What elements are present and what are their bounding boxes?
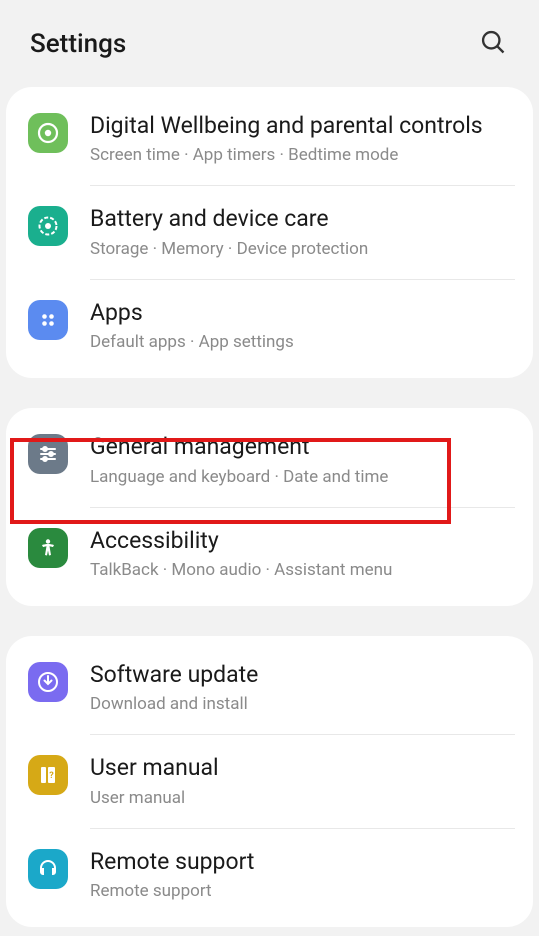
settings-item-software-update[interactable]: Software update Download and install — [6, 642, 533, 734]
settings-item-title: User manual — [90, 753, 513, 782]
support-icon — [28, 849, 68, 889]
settings-item-battery-care[interactable]: Battery and device care Storage · Memory… — [6, 186, 533, 278]
settings-item-body: Accessibility TalkBack · Mono audio · As… — [90, 526, 513, 582]
settings-item-body: Digital Wellbeing and parental controls … — [90, 111, 513, 167]
apps-icon — [28, 300, 68, 340]
settings-item-accessibility[interactable]: Accessibility TalkBack · Mono audio · As… — [6, 508, 533, 600]
battery-care-icon — [28, 206, 68, 246]
settings-item-apps[interactable]: Apps Default apps · App settings — [6, 280, 533, 372]
sliders-icon — [28, 434, 68, 474]
svg-text:?: ? — [49, 771, 54, 781]
settings-item-title: Remote support — [90, 847, 513, 876]
settings-item-title: Apps — [90, 298, 513, 327]
settings-item-body: Battery and device care Storage · Memory… — [90, 204, 513, 260]
settings-item-title: Accessibility — [90, 526, 513, 555]
page-title: Settings — [30, 29, 126, 59]
manual-icon: ? — [28, 755, 68, 795]
settings-item-digital-wellbeing[interactable]: Digital Wellbeing and parental controls … — [6, 93, 533, 185]
wellbeing-icon — [28, 113, 68, 153]
settings-item-user-manual[interactable]: ? User manual User manual — [6, 735, 533, 827]
settings-item-remote-support[interactable]: Remote support Remote support — [6, 829, 533, 921]
settings-item-general-management[interactable]: General management Language and keyboard… — [6, 414, 533, 506]
settings-item-body: Software update Download and install — [90, 660, 513, 716]
settings-item-title: Software update — [90, 660, 513, 689]
settings-item-subtitle: TalkBack · Mono audio · Assistant menu — [90, 559, 513, 582]
accessibility-icon — [28, 528, 68, 568]
settings-item-subtitle: Default apps · App settings — [90, 331, 513, 354]
settings-item-title: Digital Wellbeing and parental controls — [90, 111, 513, 140]
settings-item-body: General management Language and keyboard… — [90, 432, 513, 488]
settings-item-subtitle: Storage · Memory · Device protection — [90, 238, 513, 261]
update-icon — [28, 662, 68, 702]
settings-group: Digital Wellbeing and parental controls … — [6, 87, 533, 378]
settings-item-subtitle: User manual — [90, 787, 513, 810]
header: Settings — [0, 0, 539, 87]
search-icon — [479, 28, 507, 56]
settings-item-subtitle: Screen time · App timers · Bedtime mode — [90, 144, 513, 167]
settings-item-body: Apps Default apps · App settings — [90, 298, 513, 354]
settings-item-subtitle: Language and keyboard · Date and time — [90, 466, 513, 489]
settings-item-body: Remote support Remote support — [90, 847, 513, 903]
settings-item-body: User manual User manual — [90, 753, 513, 809]
settings-group: Software update Download and install ? U… — [6, 636, 533, 927]
settings-group: General management Language and keyboard… — [6, 408, 533, 606]
settings-item-subtitle: Download and install — [90, 693, 513, 716]
settings-item-subtitle: Remote support — [90, 880, 513, 903]
settings-item-title: General management — [90, 432, 513, 461]
search-button[interactable] — [475, 24, 511, 63]
settings-item-title: Battery and device care — [90, 204, 513, 233]
